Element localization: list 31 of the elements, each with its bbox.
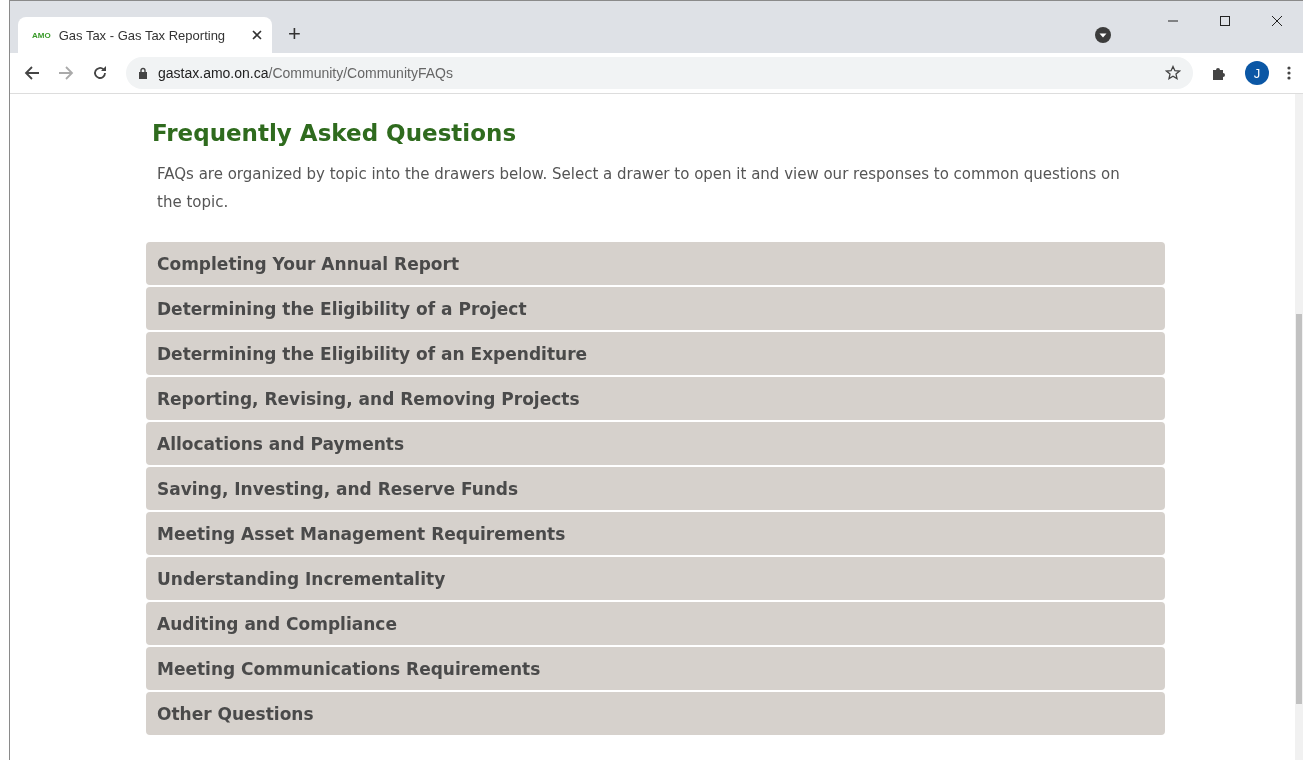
close-icon[interactable] [252,30,262,40]
new-tab-button[interactable]: + [288,21,301,47]
maximize-icon[interactable] [1219,15,1231,27]
drawer-header[interactable]: Completing Your Annual Report [146,242,1165,285]
drawer-header[interactable]: Saving, Investing, and Reserve Funds [146,467,1165,510]
menu-icon[interactable] [1287,65,1291,81]
browser-tab[interactable]: AMO Gas Tax - Gas Tax Reporting [18,17,272,53]
url-text: gastax.amo.on.ca/Community/CommunityFAQs [158,65,453,81]
drawer-header[interactable]: Allocations and Payments [146,422,1165,465]
puzzle-icon[interactable] [1211,65,1227,81]
intro-text: FAQs are organized by topic into the drawers below. Select a drawer to open it and view our responses to common questions on the topic. [157,164,1121,213]
scrollbar[interactable] [1295,94,1303,760]
drawer-header[interactable]: Determining the Eligibility of an Expenditure [146,332,1165,375]
drawer-header[interactable]: Determining the Eligibility of a Project [146,287,1165,330]
drawer-header[interactable]: Other Questions [146,692,1165,735]
profile-avatar[interactable]: J [1245,61,1269,85]
star-icon[interactable] [1165,65,1181,81]
tab-search-icon[interactable] [1095,27,1111,43]
lock-icon [138,67,148,79]
page-heading: Frequently Asked Questions [152,120,518,146]
drawer-header[interactable]: Meeting Communications Requirements [146,647,1165,690]
tab-title: Gas Tax - Gas Tax Reporting [58,27,227,43]
close-icon[interactable] [1271,15,1283,27]
drawer-header[interactable]: Reporting, Revising, and Removing Projects [146,377,1165,420]
drawer-header[interactable]: Meeting Asset Management Requirements [146,512,1165,555]
back-icon[interactable] [24,65,40,81]
address-bar[interactable]: gastax.amo.on.ca/Community/CommunityFAQs [126,57,1193,89]
reload-icon[interactable] [92,65,108,81]
favicon: AMO [32,30,51,40]
drawer-header[interactable]: Auditing and Compliance [146,602,1165,645]
drawer-header[interactable]: Understanding Incrementality [146,557,1165,600]
